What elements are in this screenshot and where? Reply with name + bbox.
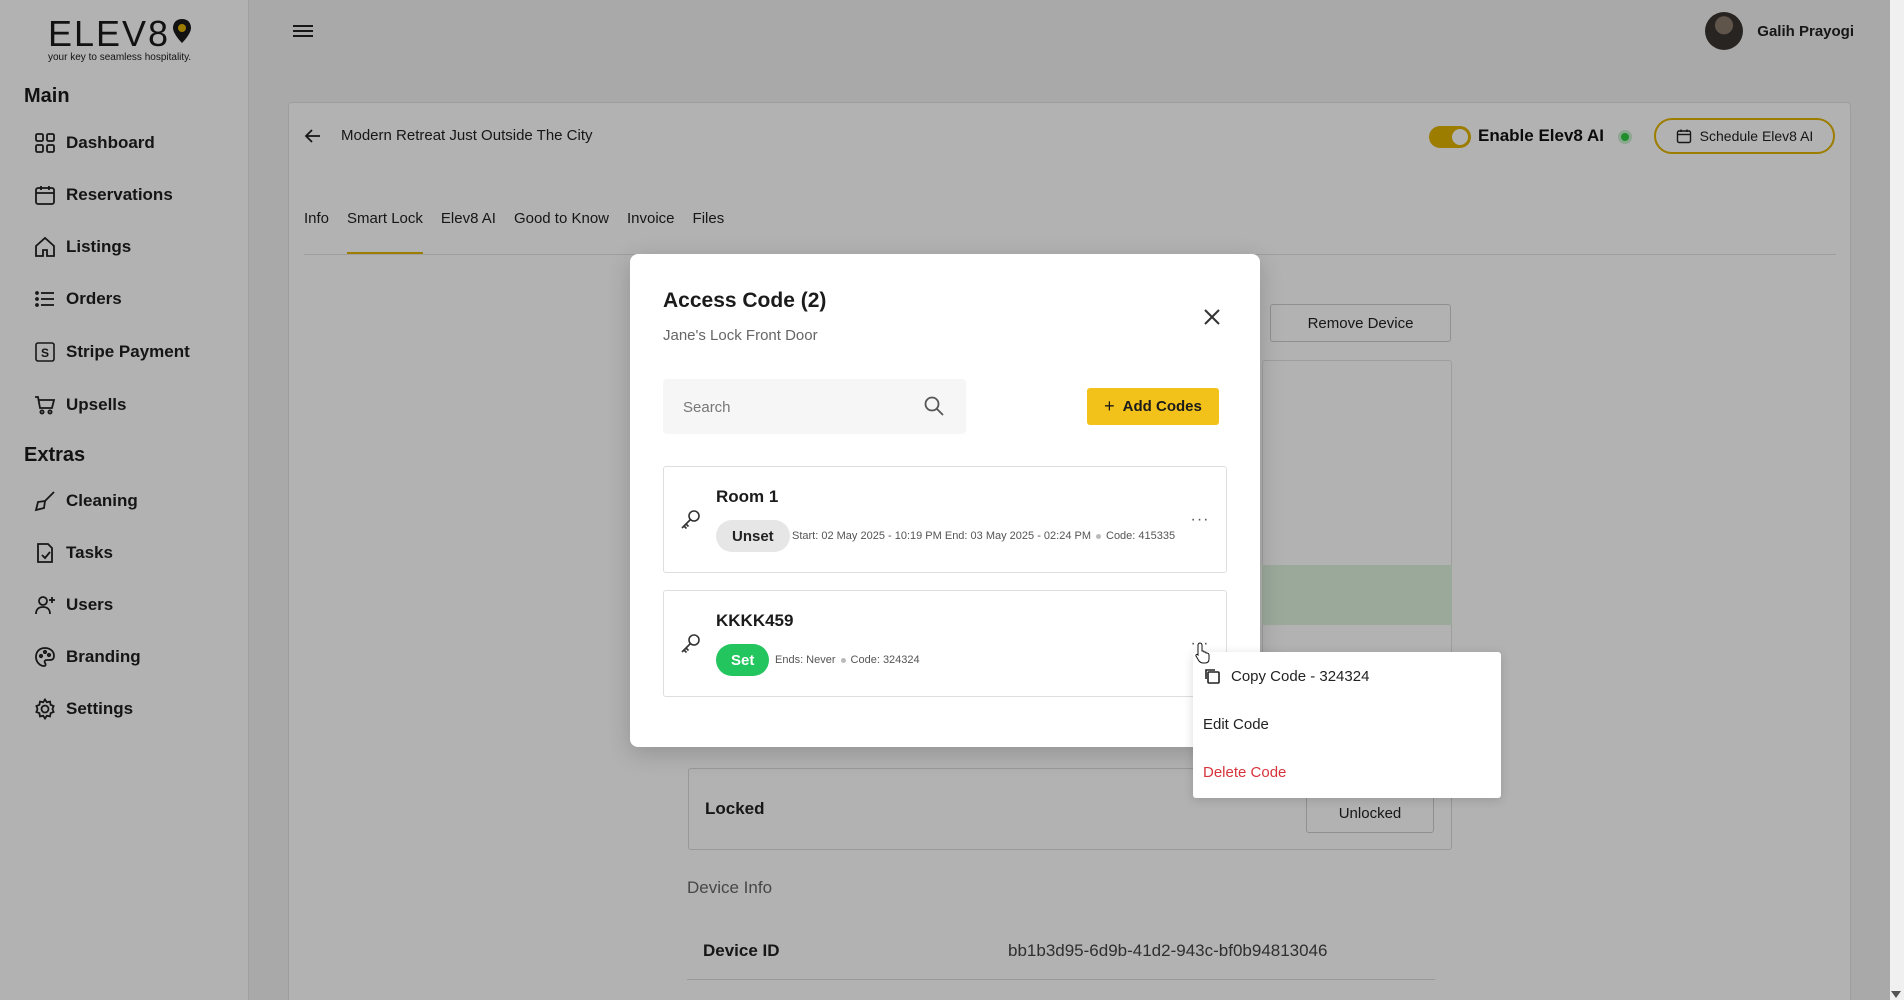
search-input[interactable] — [683, 395, 913, 419]
access-code-name: Room 1 — [716, 487, 779, 506]
edit-code-menu-item[interactable]: Edit Code — [1203, 716, 1269, 733]
access-code-name: KKKK459 — [716, 611, 794, 630]
access-code-schedule: Ends: Never — [775, 654, 836, 666]
key-icon — [681, 510, 700, 530]
add-codes-label: Add Codes — [1122, 398, 1202, 415]
access-code-value: Code: 415335 — [1106, 530, 1176, 542]
close-icon[interactable] — [1200, 305, 1224, 329]
delete-code-menu-item[interactable]: Delete Code — [1203, 764, 1286, 781]
access-code-meta: Start: 02 May 2025 - 10:19 PM End: 03 Ma… — [792, 530, 1175, 542]
access-code-value: Code: 324324 — [850, 654, 920, 666]
access-code-meta: Ends: Never Code: 324324 — [775, 654, 920, 666]
copy-code-menu-item[interactable]: Copy Code - 324324 — [1203, 667, 1369, 685]
add-codes-button[interactable]: + Add Codes — [1087, 388, 1219, 425]
modal-title: Access Code (2) — [663, 289, 827, 312]
copy-icon — [1205, 669, 1220, 684]
status-badge: Set — [716, 644, 770, 676]
scrollbar[interactable] — [1890, 0, 1904, 1000]
copy-code-label: Copy Code - 324324 — [1231, 667, 1370, 685]
more-options-icon[interactable]: ··· — [1188, 512, 1212, 530]
modal-subtitle: Jane's Lock Front Door — [663, 327, 818, 344]
status-badge: Unset — [716, 520, 790, 552]
scroll-down-icon[interactable] — [1891, 991, 1901, 998]
plus-icon: + — [1104, 396, 1115, 416]
pointer-cursor-icon — [1195, 642, 1210, 664]
key-icon — [681, 634, 700, 654]
search-icon[interactable] — [923, 395, 945, 417]
access-code-schedule: Start: 02 May 2025 - 10:19 PM End: 03 Ma… — [792, 530, 1091, 542]
